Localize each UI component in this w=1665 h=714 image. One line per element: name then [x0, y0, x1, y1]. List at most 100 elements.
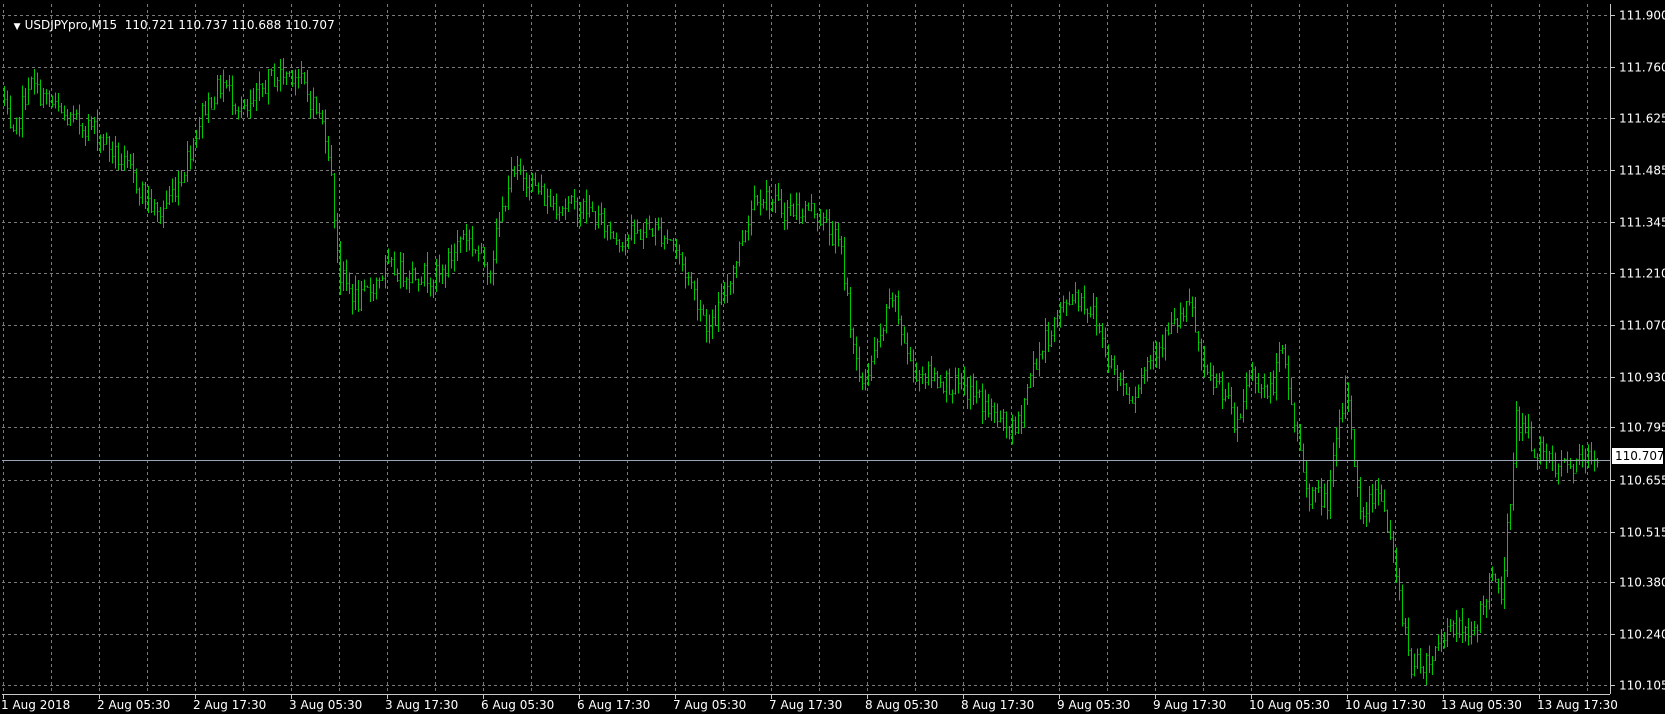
y-tick-label: 110.655 — [1619, 474, 1665, 488]
y-tick-label: 111.210 — [1619, 267, 1665, 281]
ohlc-bar — [1317, 479, 1320, 494]
ohlc-bar — [1116, 365, 1119, 392]
ohlc-bar — [720, 283, 723, 306]
ohlc-bar — [1062, 295, 1065, 313]
ohlc-bar — [1278, 341, 1281, 373]
ohlc-bar — [1554, 452, 1557, 478]
y-tick-label: 111.760 — [1619, 61, 1665, 75]
ohlc-bar — [1377, 477, 1380, 506]
ohlc-bar — [363, 279, 366, 292]
ohlc-bar — [1488, 573, 1491, 610]
ohlc-bar — [1065, 299, 1068, 317]
ohlc-bar — [396, 268, 399, 282]
ohlc-bar — [822, 212, 825, 231]
ohlc-bar — [84, 126, 87, 147]
ohlc-bar — [960, 373, 963, 390]
ohlc-bar — [717, 291, 720, 332]
ohlc-bar — [531, 173, 534, 192]
ohlc-bar — [870, 355, 873, 381]
ohlc-bar — [42, 88, 45, 109]
ohlc-bar — [1179, 302, 1182, 329]
ohlc-bar — [330, 145, 333, 176]
ohlc-bar — [285, 71, 288, 85]
ohlc-bar — [33, 68, 36, 95]
ohlc-bar — [798, 192, 801, 224]
ohlc-bar — [153, 198, 156, 216]
ohlc-bar — [1404, 617, 1407, 636]
chart-canvas[interactable]: 111.900 111.760 111.625 111.485 111.345 111.2… — [0, 0, 1665, 714]
ohlc-bar — [240, 96, 243, 118]
ohlc-bar — [936, 370, 939, 389]
ohlc-bar — [1410, 647, 1413, 679]
ohlc-bar — [258, 71, 261, 101]
ohlc-bar — [1401, 584, 1404, 627]
ohlc-bar — [1170, 312, 1173, 334]
ohlc-bar — [1077, 289, 1080, 312]
x-tick-label: 9 Aug 17:30 — [1153, 698, 1226, 712]
ohlc-bar — [1518, 406, 1521, 442]
ohlc-values: 110.721 110.737 110.688 110.707 — [124, 18, 335, 32]
ohlc-bar — [990, 398, 993, 421]
ohlc-bar — [1482, 595, 1485, 616]
ohlc-bar — [858, 346, 861, 383]
ohlc-bar — [174, 177, 177, 202]
ohlc-bar — [309, 91, 312, 119]
ohlc-bar — [885, 304, 888, 334]
ohlc-bar — [759, 189, 762, 216]
ohlc-bar — [900, 315, 903, 346]
ohlc-bar — [1413, 653, 1416, 677]
ohlc-bar — [150, 188, 153, 213]
ohlc-bar — [612, 230, 615, 239]
ohlc-bar — [1236, 406, 1239, 442]
y-tick-label: 111.900 — [1619, 9, 1665, 23]
ohlc-bar — [21, 85, 24, 138]
ohlc-bar — [213, 96, 216, 110]
ohlc-bar — [594, 210, 597, 230]
ohlc-bar — [1434, 645, 1437, 661]
ohlc-bar — [1014, 416, 1017, 436]
ohlc-bar — [48, 90, 51, 108]
ohlc-bar — [234, 103, 237, 115]
ohlc-bar — [582, 198, 585, 219]
ohlc-bar — [831, 221, 834, 246]
ohlc-bar — [564, 198, 567, 220]
x-tick-label: 8 Aug 17:30 — [961, 698, 1034, 712]
ohlc-bar — [15, 117, 18, 135]
ohlc-bar — [1311, 487, 1314, 509]
x-tick-label: 13 Aug 17:30 — [1537, 698, 1618, 712]
ohlc-bar — [1128, 386, 1131, 404]
ohlc-bar — [384, 254, 387, 289]
ohlc-bar — [756, 195, 759, 206]
ohlc-bar — [222, 69, 225, 102]
ohlc-bar — [789, 193, 792, 216]
ohlc-bar — [453, 243, 456, 272]
price-chart[interactable]: 111.900 111.760 111.625 111.485 111.345 111.2… — [0, 0, 1665, 714]
y-tick-label: 111.070 — [1619, 319, 1665, 333]
ohlc-bar — [942, 381, 945, 394]
x-tick-label: 6 Aug 05:30 — [481, 698, 554, 712]
ohlc-bar — [1086, 308, 1089, 324]
ohlc-bar — [1389, 520, 1392, 541]
ohlc-bar — [1353, 428, 1356, 468]
ohlc-bar — [810, 193, 813, 212]
ohlc-bar — [681, 252, 684, 272]
ohlc-bar — [54, 92, 57, 109]
ohlc-bar — [1290, 377, 1293, 406]
ohlc-bar — [1089, 306, 1092, 318]
ohlc-bar — [6, 90, 9, 115]
ohlc-bar — [336, 213, 339, 263]
ohlc-bar — [1569, 458, 1572, 470]
ohlc-bar — [498, 212, 501, 237]
ohlc-bar — [123, 145, 126, 171]
ohlc-bar — [1245, 372, 1248, 410]
collapse-triangle-icon[interactable]: ▼ — [14, 22, 21, 32]
ohlc-bar — [879, 323, 882, 348]
ohlc-bar — [246, 98, 249, 118]
ohlc-bar — [1362, 506, 1365, 524]
ohlc-bar — [429, 277, 432, 297]
ohlc-bar — [744, 229, 747, 243]
ohlc-bar — [1548, 450, 1551, 464]
ohlc-bar — [351, 283, 354, 315]
ohlc-bar — [777, 182, 780, 201]
ohlc-bar — [954, 367, 957, 395]
